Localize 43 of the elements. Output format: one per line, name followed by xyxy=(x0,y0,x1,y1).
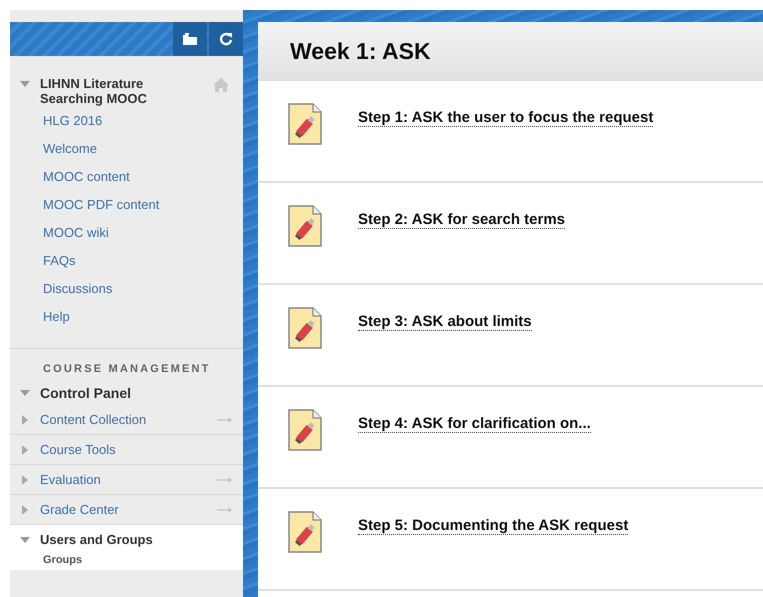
document-icon xyxy=(288,307,322,349)
expand-triangle-icon[interactable] xyxy=(22,504,28,514)
course-title[interactable]: LIHNN Literature Searching MOOC xyxy=(40,76,170,106)
collapse-triangle-icon[interactable] xyxy=(20,390,30,396)
document-icon xyxy=(288,205,322,247)
course-menu-link[interactable]: Welcome xyxy=(10,134,243,162)
control-panel-section[interactable]: Course Tools xyxy=(40,442,233,457)
course-menu-link[interactable]: MOOC wiki xyxy=(10,218,243,246)
control-panel-section[interactable]: Content Collection xyxy=(40,412,217,427)
content-item-link[interactable]: Step 2: ASK for search terms xyxy=(358,211,566,229)
course-menu-link[interactable]: Help xyxy=(10,302,243,330)
home-icon[interactable] xyxy=(213,78,229,92)
expand-triangle-icon[interactable] xyxy=(22,414,28,424)
document-icon xyxy=(288,103,322,145)
control-panel-section[interactable]: Users and Groups xyxy=(40,532,233,547)
course-menu-link[interactable]: FAQs xyxy=(10,246,243,274)
course-menu-link[interactable]: MOOC PDF content xyxy=(10,190,243,218)
course-menu-link[interactable]: HLG 2016 xyxy=(10,106,243,134)
refresh-button[interactable] xyxy=(209,22,243,56)
control-panel-section[interactable]: Evaluation xyxy=(40,472,217,487)
collapse-triangle-icon[interactable] xyxy=(20,536,30,542)
expand-triangle-icon[interactable] xyxy=(22,444,28,454)
content-item-link[interactable]: Step 1: ASK the user to focus the request xyxy=(358,109,654,127)
control-panel-label[interactable]: Control Panel xyxy=(40,385,132,401)
folder-icon xyxy=(182,32,198,46)
course-menu-link[interactable]: Discussions xyxy=(10,274,243,302)
collapse-triangle-icon[interactable] xyxy=(20,81,30,87)
course-menu-link[interactable]: MOOC content xyxy=(10,162,243,190)
refresh-icon xyxy=(219,32,233,46)
folder-button[interactable] xyxy=(173,22,207,56)
expand-triangle-icon[interactable] xyxy=(22,474,28,484)
content-item-link[interactable]: Step 4: ASK for clarification on... xyxy=(358,415,591,433)
document-icon xyxy=(288,511,322,553)
arrow-icon[interactable] xyxy=(217,476,233,482)
arrow-icon[interactable] xyxy=(217,506,233,512)
content-item-link[interactable]: Step 3: ASK about limits xyxy=(358,313,532,331)
arrow-icon[interactable] xyxy=(217,416,233,422)
section-link[interactable]: Groups xyxy=(10,554,243,570)
document-icon xyxy=(288,409,322,451)
control-panel-section[interactable]: Grade Center xyxy=(40,502,217,517)
section-heading: COURSE MANAGEMENT xyxy=(42,363,212,375)
content-item-link[interactable]: Step 5: Documenting the ASK request xyxy=(358,517,628,535)
page-title: Week 1: ASK xyxy=(290,38,431,64)
